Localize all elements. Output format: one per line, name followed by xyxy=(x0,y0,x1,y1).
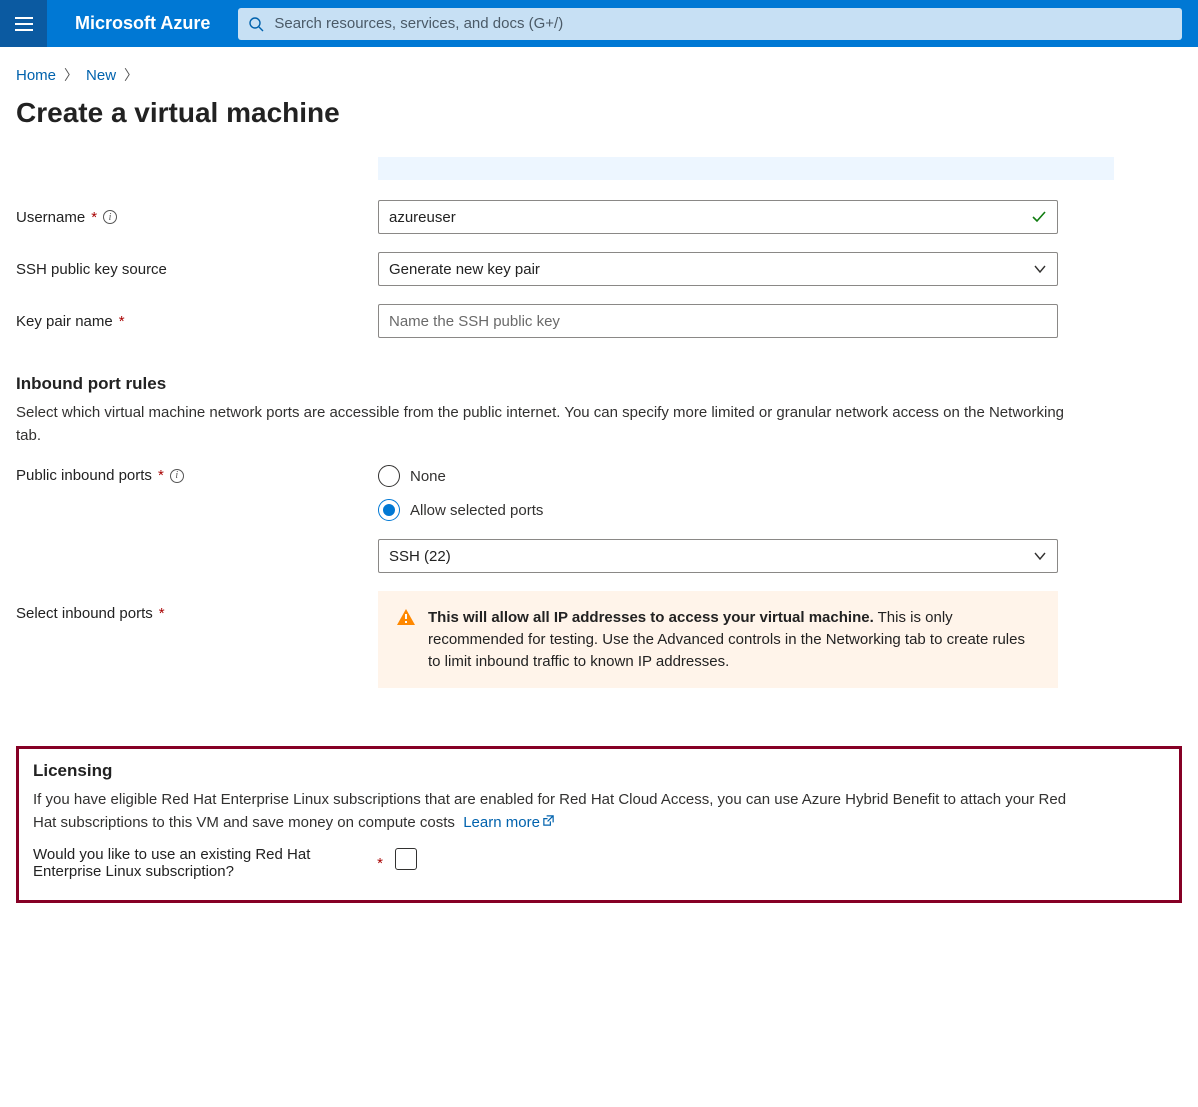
learn-more-text: Learn more xyxy=(463,814,540,831)
row-ssh-source: SSH public key source Generate new key p… xyxy=(16,252,1182,286)
warning-strong: This will allow all IP addresses to acce… xyxy=(428,609,874,626)
search-wrap xyxy=(238,8,1198,40)
required-asterisk: * xyxy=(158,467,164,484)
inbound-desc: Select which virtual machine network por… xyxy=(16,402,1066,447)
public-ports-radio-group: None Allow selected ports xyxy=(378,465,1058,521)
ssh-source-label: SSH public key source xyxy=(16,261,167,278)
radio-none[interactable]: None xyxy=(378,465,1058,487)
breadcrumb-home[interactable]: Home xyxy=(16,67,56,84)
external-link-icon xyxy=(542,814,555,827)
warning-icon xyxy=(396,607,416,627)
licensing-panel: Licensing If you have eligible Red Hat E… xyxy=(16,746,1182,903)
keypair-input[interactable] xyxy=(378,304,1058,338)
radio-allow[interactable]: Allow selected ports xyxy=(378,499,1058,521)
username-label-text: Username xyxy=(16,209,85,226)
keypair-label: Key pair name xyxy=(16,313,113,330)
check-icon xyxy=(1030,208,1048,226)
search-box[interactable] xyxy=(238,8,1182,40)
chevron-down-icon xyxy=(1033,549,1047,563)
breadcrumb-new[interactable]: New xyxy=(86,67,116,84)
topbar: Microsoft Azure xyxy=(0,0,1198,47)
section-licensing: Licensing xyxy=(33,761,1165,781)
search-input[interactable] xyxy=(264,15,1172,32)
row-public-ports: Public inbound ports * i None Allow sele… xyxy=(16,465,1182,521)
required-asterisk: * xyxy=(91,209,97,226)
radio-allow-label: Allow selected ports xyxy=(410,502,543,519)
row-keypair: Key pair name * xyxy=(16,304,1182,338)
ssh-source-select[interactable]: Generate new key pair xyxy=(378,252,1058,286)
inbound-ports-select[interactable]: SSH (22) xyxy=(378,539,1058,573)
select-ports-label: Select inbound ports xyxy=(16,605,153,622)
chevron-right-icon: 〉 xyxy=(64,65,78,85)
label-username: Username * i xyxy=(16,209,378,226)
chevron-right-icon: 〉 xyxy=(124,65,138,85)
ssh-source-value: Generate new key pair xyxy=(389,261,540,278)
page-content: Home 〉 New 〉 Create a virtual machine Us… xyxy=(0,47,1198,933)
licensing-desc: If you have eligible Red Hat Enterprise … xyxy=(33,789,1083,834)
inbound-ports-value: SSH (22) xyxy=(389,548,451,565)
row-select-ports: Select inbound ports * SSH (22) This wil… xyxy=(16,539,1182,688)
licensing-question: Would you like to use an existing Red Ha… xyxy=(33,846,371,880)
radio-none-label: None xyxy=(410,468,446,485)
warning-text: This will allow all IP addresses to acce… xyxy=(428,607,1040,672)
vm-form: Username * i SSH public key source Gener… xyxy=(16,200,1182,903)
learn-more-link[interactable]: Learn more xyxy=(463,814,555,831)
row-licensing-question: Would you like to use an existing Red Ha… xyxy=(33,846,1165,880)
required-asterisk: * xyxy=(119,313,125,330)
menu-button[interactable] xyxy=(0,0,47,47)
radio-icon xyxy=(378,465,400,487)
required-asterisk: * xyxy=(159,605,165,622)
required-asterisk: * xyxy=(377,855,383,872)
row-username: Username * i xyxy=(16,200,1182,234)
radio-icon-selected xyxy=(378,499,400,521)
username-input[interactable] xyxy=(378,200,1058,234)
warning-callout: This will allow all IP addresses to acce… xyxy=(378,591,1058,688)
existing-subscription-checkbox[interactable] xyxy=(395,848,417,870)
public-ports-label: Public inbound ports xyxy=(16,467,152,484)
chevron-down-icon xyxy=(1033,262,1047,276)
info-icon[interactable]: i xyxy=(170,469,184,483)
hamburger-icon xyxy=(15,23,33,25)
brand-label[interactable]: Microsoft Azure xyxy=(47,13,238,34)
info-icon[interactable]: i xyxy=(103,210,117,224)
info-bar xyxy=(378,157,1114,180)
breadcrumb: Home 〉 New 〉 xyxy=(16,59,1182,93)
section-inbound: Inbound port rules xyxy=(16,374,1182,394)
page-title: Create a virtual machine xyxy=(16,97,1182,129)
search-icon xyxy=(248,16,264,32)
